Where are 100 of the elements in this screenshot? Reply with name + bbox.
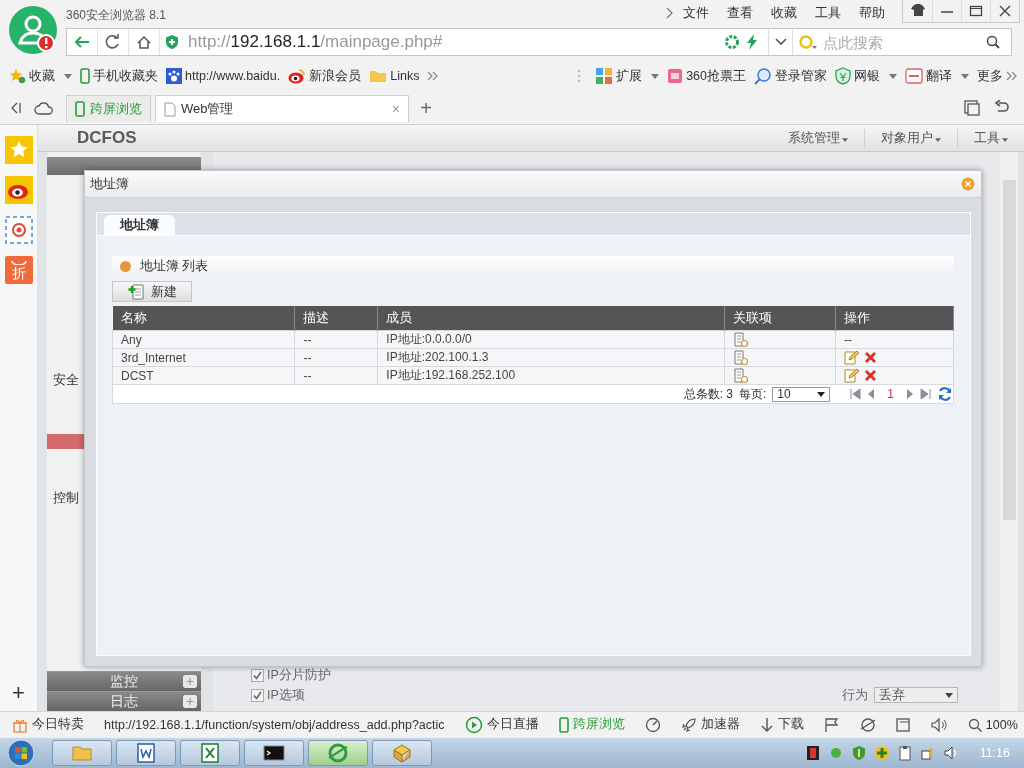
shirt-icon[interactable]	[909, 3, 926, 19]
refresh-icon[interactable]	[724, 34, 740, 50]
delete-icon[interactable]	[863, 350, 879, 365]
caret-icon	[817, 391, 826, 397]
speaker-icon	[929, 716, 948, 733]
caret-icon	[651, 73, 660, 79]
status-item[interactable]: 今日特卖	[12, 716, 84, 734]
bookmark[interactable]: 更多	[977, 67, 1018, 85]
window-title: 360安全浏览器 8.1	[66, 7, 168, 24]
bookmark[interactable]: 360抢票王	[667, 67, 746, 85]
edit-icon[interactable]	[844, 368, 860, 383]
last-page-icon[interactable]	[920, 388, 931, 400]
reload-icon[interactable]	[105, 34, 121, 50]
bullet-icon	[120, 260, 131, 272]
bookmark[interactable]: 新浪会员	[288, 67, 362, 85]
phone-icon	[80, 68, 90, 84]
lightning-icon[interactable]	[746, 34, 758, 50]
bookmark[interactable]: 翻译	[905, 67, 969, 85]
nav-panel[interactable]: 日志	[47, 691, 201, 712]
menu-item[interactable]: 工具	[815, 4, 841, 22]
column-header[interactable]: 描述	[294, 306, 378, 331]
menu-item[interactable]: 帮助	[859, 4, 885, 22]
delete-icon[interactable]	[863, 368, 879, 383]
bookmark[interactable]: 网银	[835, 67, 897, 85]
phone-icon	[558, 716, 569, 733]
first-page-icon[interactable]	[850, 388, 862, 400]
next-page-icon[interactable]	[906, 388, 914, 400]
status-url[interactable]: http://192.168.1.1/function/system/obj/address_add.php?actic	[104, 717, 445, 732]
speaker-icon[interactable]	[942, 745, 959, 761]
taskbar-app[interactable]	[244, 740, 304, 766]
search-engine-icon[interactable]	[799, 34, 819, 50]
previous-page-icon[interactable]	[867, 388, 876, 400]
home-icon[interactable]	[136, 34, 152, 50]
translate-icon	[905, 68, 923, 84]
menu-item[interactable]: 查看	[727, 4, 753, 22]
search-icon[interactable]	[985, 34, 1001, 50]
package-icon[interactable]	[391, 742, 413, 764]
nav-panel-label: 日志	[110, 692, 138, 711]
document-icon[interactable]	[135, 742, 157, 764]
ticket-icon	[667, 68, 684, 84]
per-page-select[interactable]: 10	[772, 386, 831, 402]
status-item[interactable]: 100%	[967, 717, 1018, 732]
bookmark[interactable]: 手机收藏夹	[80, 67, 158, 85]
new-button[interactable]: 新建	[112, 281, 192, 302]
maximize-icon[interactable]	[968, 3, 984, 19]
chevron-down-icon[interactable]	[774, 38, 787, 46]
app-menu[interactable]: 系统管理	[772, 128, 864, 147]
bookmark[interactable]: http://www.baidu.	[166, 68, 281, 84]
status-item[interactable]: 加速器	[680, 716, 740, 734]
column-header[interactable]: 操作	[835, 306, 954, 331]
clipboard-icon[interactable]	[896, 745, 913, 761]
restore-tabs-icon[interactable]	[964, 100, 980, 116]
action-select[interactable]: 丢弃	[874, 687, 958, 704]
dialog-tab[interactable]: 地址簿	[104, 215, 175, 235]
checkbox[interactable]	[251, 688, 264, 702]
terminal-icon[interactable]	[263, 742, 285, 764]
refresh-icon[interactable]	[937, 386, 953, 402]
table-cell: --	[835, 330, 954, 349]
plus-icon[interactable]	[183, 695, 197, 709]
browser-icon[interactable]	[327, 742, 349, 764]
table-cell: IP地址:192.168.252.100	[377, 366, 725, 385]
close-icon[interactable]	[997, 3, 1013, 19]
star-shortcut-icon[interactable]	[4, 135, 33, 164]
app-menu[interactable]: 对象用户	[864, 128, 957, 147]
spreadsheet-icon[interactable]	[199, 742, 221, 764]
edit-icon[interactable]	[844, 350, 860, 365]
menu-item[interactable]: 文件	[683, 4, 709, 22]
grip-icon[interactable]	[577, 68, 582, 84]
column-header[interactable]: 成员	[377, 306, 725, 331]
search-field[interactable]: 点此搜索	[821, 32, 983, 52]
page-number[interactable]: 1	[887, 387, 894, 401]
menu-item[interactable]: 收藏	[771, 4, 797, 22]
collapse-icon[interactable]	[10, 102, 22, 114]
add-button[interactable]: +	[12, 679, 25, 708]
new-tab-button[interactable]: +	[415, 94, 437, 122]
phone-icon	[75, 101, 85, 117]
scrollbar[interactable]	[1000, 151, 1018, 712]
app-menu[interactable]: 工具	[957, 128, 1024, 147]
bookmark[interactable]: 收藏	[9, 67, 72, 85]
total-count: 总条数: 3	[683, 385, 733, 403]
browser-tab[interactable]: Web管理 ×	[155, 95, 409, 122]
nav-panel[interactable]: 监控	[47, 671, 201, 692]
column-header[interactable]: 名称	[112, 306, 295, 331]
back-icon[interactable]	[74, 34, 90, 50]
url-field[interactable]: http://192.168.1.1/mainpage.php#	[188, 32, 724, 52]
mail-shortcut-icon[interactable]	[4, 215, 33, 244]
column-header[interactable]: 关联项	[724, 306, 836, 331]
plus-icon[interactable]	[183, 675, 197, 689]
bookmark[interactable]: Links	[369, 69, 420, 83]
start-button[interactable]	[6, 739, 36, 767]
cloud-icon[interactable]	[34, 101, 54, 115]
chevron-right-icon[interactable]	[666, 7, 674, 19]
bookmark[interactable]: 登录管家	[754, 67, 827, 85]
status-item[interactable]: 下载	[759, 716, 804, 734]
eye-shortcut-icon[interactable]	[4, 175, 33, 204]
status-item[interactable]: 今日直播	[464, 715, 539, 734]
checkbox[interactable]	[251, 668, 264, 682]
avatar-icon[interactable]	[8, 5, 58, 55]
bookmark[interactable]: 扩展	[595, 67, 660, 85]
film-icon[interactable]	[804, 745, 821, 761]
